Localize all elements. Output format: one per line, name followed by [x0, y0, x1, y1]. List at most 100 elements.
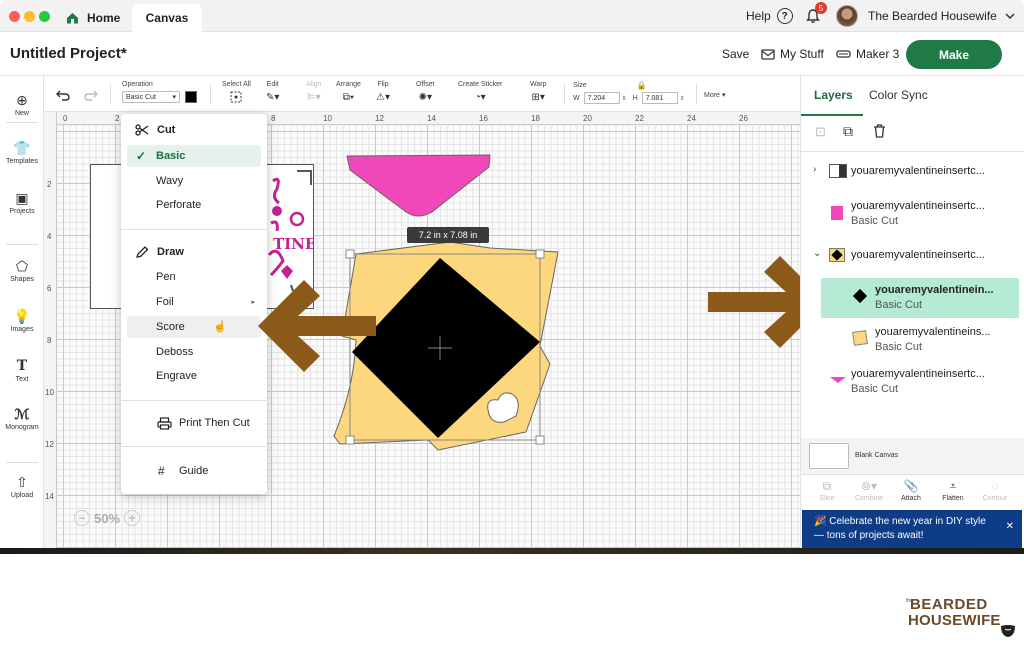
- menu-item-pen[interactable]: Pen: [127, 266, 261, 288]
- menu-item-engrave[interactable]: Engrave: [127, 365, 261, 387]
- chevron-right-icon[interactable]: ›: [813, 164, 816, 175]
- menu-item-score-label: Score: [156, 321, 185, 333]
- layer-row-selected[interactable]: youaremyvalentinein... Basic Cut: [821, 278, 1019, 318]
- edit-button[interactable]: Edit ✎▾: [266, 81, 279, 103]
- arrange-button[interactable]: Arrange ⧉▾: [336, 81, 361, 103]
- lock-icon[interactable]: 🔒: [637, 81, 647, 90]
- promo-banner[interactable]: 🎉 Celebrate the new year in DIY style — …: [802, 510, 1022, 548]
- redo-icon[interactable]: [84, 90, 98, 101]
- color-swatch[interactable]: [185, 91, 197, 103]
- tab-color-sync[interactable]: Color Sync: [869, 88, 928, 102]
- project-title[interactable]: Untitled Project*: [10, 45, 127, 62]
- nav-images-label: Images: [10, 326, 34, 333]
- menu-item-basic[interactable]: ✓ Basic: [127, 145, 261, 167]
- pencil-icon: ✎▾: [266, 91, 280, 103]
- undo-icon[interactable]: [56, 90, 70, 101]
- help-button[interactable]: Help ?: [746, 0, 793, 32]
- account-menu[interactable]: The Bearded Housewife: [836, 0, 1015, 32]
- combine-button[interactable]: ⊚▾ Combine: [849, 479, 889, 502]
- attach-button[interactable]: 📎 Attach: [891, 479, 931, 502]
- menu-item-perforate[interactable]: Perforate: [127, 194, 261, 216]
- my-stuff-button[interactable]: My Stuff: [761, 32, 824, 76]
- machine-button[interactable]: Maker 3: [836, 32, 899, 76]
- nav-shapes[interactable]: ⬠ Shapes: [0, 258, 44, 283]
- flip-label: Flip: [377, 81, 389, 88]
- width-stepper-icon[interactable]: ⇕: [622, 95, 627, 102]
- menu-item-print-then-cut[interactable]: Print Then Cut: [127, 412, 261, 434]
- flatten-button[interactable]: ⩡ Flatten: [933, 479, 973, 502]
- tab-layers[interactable]: Layers: [814, 88, 853, 102]
- notifications-button[interactable]: 5: [805, 0, 827, 32]
- menu-item-foil-label: Foil: [156, 296, 174, 308]
- nav-projects[interactable]: ▣ Projects: [0, 190, 44, 215]
- more-button[interactable]: More: [704, 92, 720, 99]
- layer-thumbnail: [852, 288, 868, 304]
- tab-canvas[interactable]: Canvas: [132, 4, 202, 32]
- nav-text-label: Text: [15, 376, 29, 383]
- layer-row[interactable]: youaremyvalentineinsertc... Basic Cut: [801, 362, 1024, 402]
- layer-group-row[interactable]: ⌄ youaremyvalentineinsertc...: [801, 236, 1024, 276]
- nav-templates[interactable]: 👕 Templates: [0, 140, 44, 165]
- menu-item-score[interactable]: Score ☝: [127, 316, 261, 338]
- contour-button[interactable]: ◌ Contour: [975, 479, 1015, 502]
- group-icon[interactable]: ⊡: [815, 124, 826, 140]
- menu-item-wavy[interactable]: Wavy: [127, 170, 261, 192]
- layer-name: youaremyvalentinein...: [875, 284, 994, 296]
- save-button[interactable]: Save: [722, 32, 749, 76]
- combine-icon: ⊚▾: [860, 479, 878, 493]
- shirt-icon: 👕: [13, 140, 31, 156]
- layer-operation: Basic Cut: [875, 341, 923, 353]
- close-icon[interactable]: ✕: [1006, 520, 1014, 534]
- duplicate-icon[interactable]: ⧉: [843, 123, 853, 140]
- width-input[interactable]: 7.204: [583, 92, 620, 104]
- menu-item-perforate-label: Perforate: [156, 199, 202, 211]
- nav-upload[interactable]: ⇧ Upload: [0, 474, 44, 499]
- flip-button[interactable]: Flip ⚠▾: [376, 81, 390, 103]
- nav-images[interactable]: 💡 Images: [0, 308, 44, 333]
- left-navigation: ⊕ New 👕 Templates ▣ Projects ⬠ Shapes 💡 …: [0, 76, 44, 548]
- nav-new[interactable]: ⊕ New: [0, 92, 44, 117]
- operation-dropdown-menu: Cut ✓ Basic Wavy Perforate Draw Pen Foil…: [121, 114, 267, 494]
- size-tooltip: 7.2 in x 7.08 in: [407, 227, 489, 243]
- nav-monogram[interactable]: ℳ Monogram: [0, 406, 44, 431]
- pink-envelope-flap-shape[interactable]: [346, 154, 492, 220]
- make-button[interactable]: Make: [906, 40, 1002, 69]
- blank-canvas-row[interactable]: Blank Canvas: [801, 438, 1024, 474]
- trash-icon[interactable]: [873, 124, 886, 138]
- zoom-in-button[interactable]: +: [124, 510, 141, 526]
- chevron-down-icon[interactable]: ⌄: [813, 248, 821, 259]
- menu-item-deboss-label: Deboss: [156, 346, 194, 358]
- promo-line-2: — tons of projects await!: [814, 530, 924, 541]
- menu-item-guide[interactable]: # Guide: [127, 460, 261, 482]
- align-button[interactable]: Align ⊫▾: [306, 81, 322, 103]
- operation-label: Operation: [122, 81, 153, 88]
- ruler-tick: 22: [635, 114, 644, 123]
- layer-row[interactable]: youaremyvalentineinsertc... Basic Cut: [801, 194, 1024, 234]
- create-sticker-button[interactable]: Create Sticker ◔▾: [458, 81, 502, 103]
- cut-header-label: Cut: [157, 124, 176, 136]
- close-window-button[interactable]: [9, 11, 20, 22]
- menu-item-foil[interactable]: Foil ▸: [127, 291, 261, 313]
- plus-circle-icon: ⊕: [16, 92, 28, 108]
- ruler-tick: 20: [583, 114, 592, 123]
- tab-home[interactable]: Home: [66, 4, 120, 32]
- layer-row[interactable]: youaremyvalentineins... Basic Cut: [801, 320, 1024, 360]
- help-label: Help: [746, 9, 771, 23]
- operation-select[interactable]: Basic Cut ▾: [122, 91, 180, 103]
- select-all-button[interactable]: Select All: [222, 81, 251, 103]
- warp-button[interactable]: Warp ⊞▾: [530, 81, 546, 103]
- offset-button[interactable]: Offset ✺▾: [416, 81, 435, 103]
- nav-text[interactable]: T Text: [0, 358, 44, 383]
- layer-row[interactable]: › youaremyvalentineinsertc...: [801, 152, 1024, 192]
- minimize-window-button[interactable]: [24, 11, 35, 22]
- maximize-window-button[interactable]: [39, 11, 50, 22]
- zoom-out-button[interactable]: −: [74, 510, 90, 526]
- height-input[interactable]: 7.081: [641, 92, 678, 104]
- layer-actions-row: ⧉ Slice ⊚▾ Combine 📎 Attach ⩡ Flatten ◌ …: [801, 474, 1024, 510]
- ruler-tick: 8: [47, 336, 52, 345]
- slice-button[interactable]: ⧉ Slice: [807, 479, 847, 502]
- menu-item-deboss[interactable]: Deboss: [127, 341, 261, 363]
- offset-icon: ✺▾: [418, 91, 432, 103]
- height-stepper-icon[interactable]: ⇕: [680, 95, 685, 102]
- align-label: Align: [306, 81, 322, 88]
